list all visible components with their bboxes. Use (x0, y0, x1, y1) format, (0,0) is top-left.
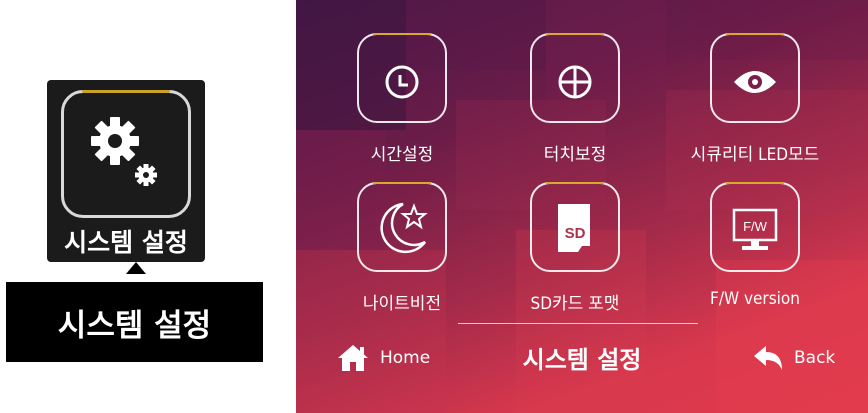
settings-icon-frame (61, 90, 191, 218)
night-vision-label: 나이트비전 (362, 294, 442, 314)
back-label: Back (794, 348, 836, 368)
security-led-mode-label: 시큐리티 LED모드 (690, 145, 820, 165)
moon-star-icon (380, 202, 428, 254)
nav-divider (458, 323, 698, 324)
fw-version-label: F/W version (710, 289, 800, 309)
touch-calibration-label: 터치보정 (543, 145, 607, 165)
monitor-icon: F/W (732, 208, 778, 250)
sd-card-icon: SD (558, 204, 590, 252)
device-screen: 시간설정 터치보정 시큐리티 LED모드 나이트비전 SD SD카드 포맷 F/… (296, 0, 868, 413)
eye-icon (734, 71, 776, 93)
touch-calibration-button[interactable] (530, 33, 620, 123)
callout-caption-box: 시스템 설정 (6, 282, 263, 362)
clock-icon (385, 65, 419, 99)
sd-card-format-button[interactable]: SD (530, 182, 620, 272)
gear-icon (91, 117, 157, 186)
back-arrow-icon (754, 346, 782, 370)
security-led-mode-button[interactable] (710, 33, 800, 123)
system-settings-callout-tile: 시스템 설정 (47, 80, 205, 262)
fw-version-button[interactable]: F/W (710, 182, 800, 272)
back-button[interactable]: Back (752, 341, 835, 375)
fw-icon-text: F/W (743, 219, 768, 234)
time-settings-label: 시간설정 (370, 145, 434, 165)
sd-card-format-label: SD카드 포맷 (530, 294, 620, 314)
time-settings-button[interactable] (357, 33, 447, 123)
night-vision-button[interactable] (357, 182, 447, 272)
crosshair-icon (558, 65, 592, 99)
sd-icon-text: SD (565, 225, 586, 242)
callout-tile-label: 시스템 설정 (64, 228, 188, 257)
callout-pointer (126, 262, 146, 274)
